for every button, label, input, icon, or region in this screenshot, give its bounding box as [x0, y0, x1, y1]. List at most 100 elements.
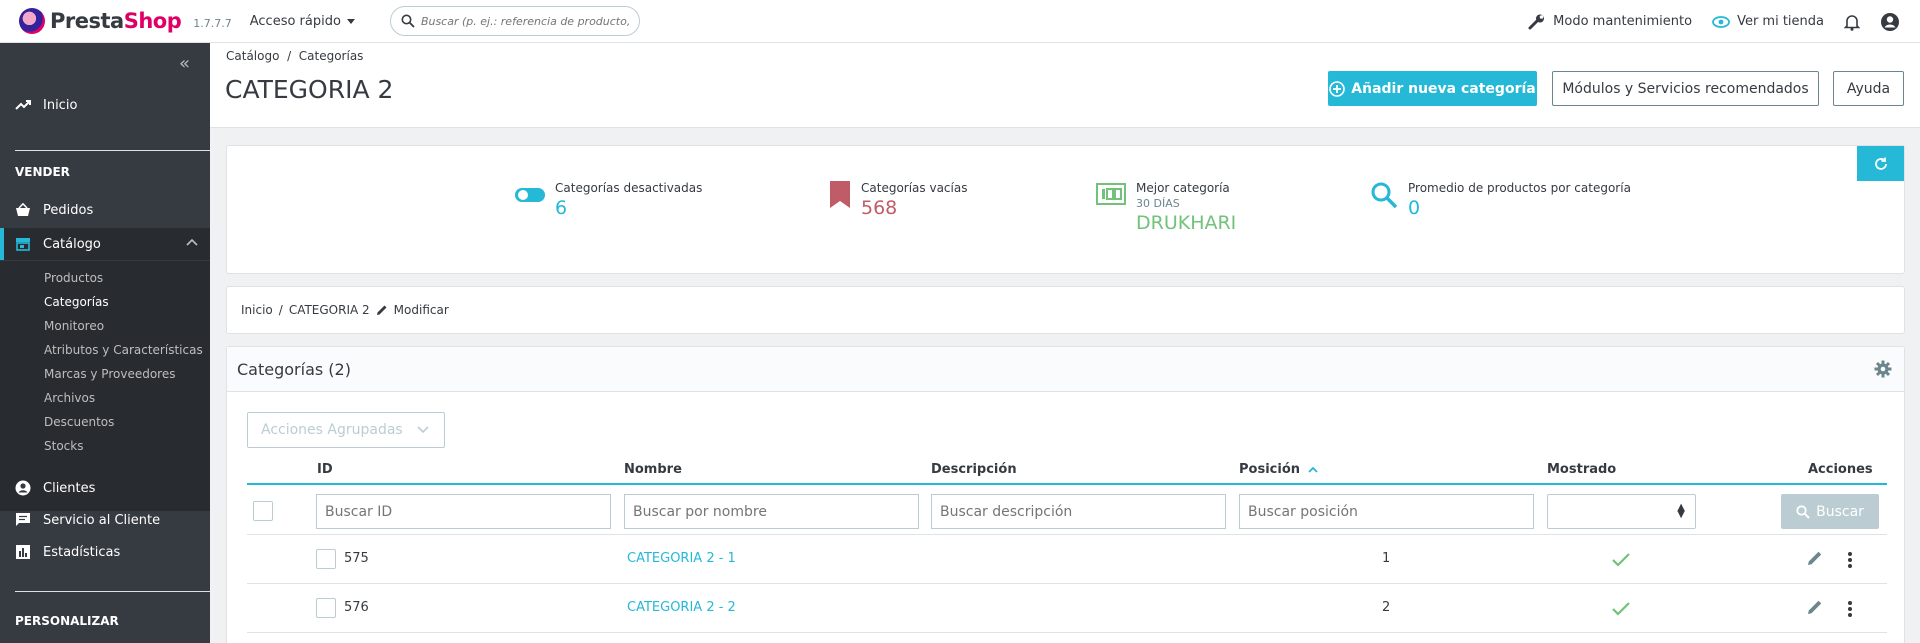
- employee-account-button[interactable]: [1880, 12, 1900, 32]
- row-position: 2: [1382, 600, 1391, 615]
- puffin-logo-icon: [19, 8, 45, 34]
- recommended-modules-button[interactable]: Módulos y Servicios recomendados: [1552, 71, 1819, 106]
- basket-icon: [16, 203, 30, 216]
- sidebar-item-customer-service[interactable]: Servicio al Cliente: [0, 504, 210, 536]
- more-vertical-icon[interactable]: [1847, 600, 1853, 618]
- row-position: 1: [1382, 551, 1391, 566]
- help-button[interactable]: Ayuda: [1833, 71, 1904, 106]
- column-position[interactable]: Posición: [1239, 462, 1318, 477]
- divider: [15, 150, 210, 151]
- column-id[interactable]: ID: [317, 462, 333, 477]
- sidebar-item-orders[interactable]: Pedidos: [0, 194, 210, 226]
- submenu-attributes[interactable]: Atributos y Características: [44, 343, 203, 357]
- row-name-link[interactable]: CATEGORIA 2 - 1: [627, 551, 736, 566]
- chevron-down-icon: [417, 426, 429, 434]
- search-input[interactable]: [420, 14, 631, 28]
- double-chevron-left-icon: «: [178, 53, 190, 74]
- breadcrumb-categories[interactable]: Categorías: [299, 49, 364, 63]
- category-breadcrumb: Inicio / CATEGORIA 2 Modificar: [226, 286, 1905, 334]
- submenu-brands[interactable]: Marcas y Proveedores: [44, 367, 175, 381]
- breadcrumb: Catálogo / Categorías: [226, 49, 363, 63]
- search-icon: [1796, 504, 1810, 519]
- breadcrumb-edit[interactable]: Modificar: [394, 303, 449, 317]
- column-name[interactable]: Nombre: [624, 462, 682, 477]
- search-button-label: Buscar: [1816, 503, 1864, 520]
- row-checkbox[interactable]: [316, 549, 336, 569]
- edit-pencil-icon[interactable]: [1807, 550, 1823, 566]
- sidebar-item-stats[interactable]: Estadísticas: [0, 536, 210, 568]
- sidebar: « Inicio VENDER Pedidos Catálogo Product…: [0, 43, 210, 643]
- user-circle-icon: [1881, 12, 1899, 31]
- filter-row: ▲▼ Buscar: [247, 485, 1887, 535]
- kpi-title: Categorías vacías: [861, 181, 968, 195]
- bar-chart-icon: [16, 545, 30, 559]
- row-id: 575: [344, 551, 369, 566]
- search-filter-button[interactable]: Buscar: [1781, 494, 1879, 529]
- store-icon: [16, 238, 30, 251]
- submenu-stocks[interactable]: Stocks: [44, 439, 83, 453]
- sort-ascending-icon[interactable]: [1308, 466, 1318, 473]
- quick-access-dropdown[interactable]: Acceso rápido: [250, 14, 355, 29]
- submenu-monitoring[interactable]: Monitoreo: [44, 319, 104, 333]
- view-store-link[interactable]: Ver mi tienda: [1712, 14, 1824, 29]
- kpi-title: Categorías desactivadas: [555, 181, 703, 195]
- filter-id-input[interactable]: [316, 494, 611, 529]
- submenu-products[interactable]: Productos: [44, 271, 103, 285]
- bulk-actions-dropdown[interactable]: Acciones Agrupadas: [247, 412, 445, 448]
- notifications-button[interactable]: [1844, 13, 1860, 31]
- breadcrumb-home[interactable]: Inicio: [241, 303, 273, 317]
- sidebar-item-customers[interactable]: Clientes: [0, 472, 210, 504]
- bell-icon: [1844, 14, 1860, 31]
- check-icon[interactable]: [1611, 552, 1631, 568]
- refresh-kpi-button[interactable]: [1857, 146, 1904, 181]
- account-circle-icon: [15, 480, 31, 496]
- card-title: Categorías (2): [237, 359, 351, 379]
- breadcrumb-current[interactable]: CATEGORIA 2: [289, 303, 370, 317]
- check-icon[interactable]: [1611, 601, 1631, 617]
- column-position-label: Posición: [1239, 462, 1301, 477]
- add-category-button[interactable]: Añadir nueva categoría: [1328, 71, 1537, 106]
- prestashop-logo[interactable]: PrestaShop: [19, 8, 182, 34]
- kpi-average-products: Promedio de productos por categoría 0: [1370, 181, 1631, 219]
- kpi-title: Promedio de productos por categoría: [1408, 181, 1631, 195]
- row-checkbox[interactable]: [316, 598, 336, 618]
- maintenance-mode-link[interactable]: Modo mantenimiento: [1528, 13, 1692, 31]
- submenu-discounts[interactable]: Descuentos: [44, 415, 114, 429]
- search-box[interactable]: [389, 6, 640, 36]
- categories-card: Categorías (2) Acciones Agrupadas ID Nom…: [226, 346, 1905, 643]
- card-header: Categorías (2): [227, 347, 1904, 392]
- filter-displayed-select[interactable]: ▲ ▼: [1547, 494, 1696, 529]
- wrench-icon: [1528, 14, 1545, 29]
- filter-position-input[interactable]: [1239, 494, 1534, 529]
- filter-description-input[interactable]: [931, 494, 1226, 529]
- search-icon: [401, 14, 415, 28]
- kpi-empty-categories: Categorías vacías 568: [829, 181, 967, 219]
- filter-name-input[interactable]: [624, 494, 919, 529]
- add-category-label: Añadir nueva categoría: [1351, 80, 1536, 97]
- collapse-sidebar-button[interactable]: «: [179, 53, 190, 74]
- submenu-categories[interactable]: Categorías: [44, 295, 109, 309]
- column-description[interactable]: Descripción: [931, 462, 1017, 477]
- chevron-up-icon: [186, 238, 198, 246]
- page-title: CATEGORIA 2: [225, 75, 394, 104]
- sidebar-item-label: Clientes: [43, 480, 96, 496]
- edit-pencil-icon[interactable]: [1807, 599, 1823, 615]
- pencil-icon[interactable]: [376, 304, 388, 316]
- kpi-value: 0: [1408, 197, 1421, 219]
- submenu-files[interactable]: Archivos: [44, 391, 95, 405]
- search-icon: [1371, 182, 1398, 209]
- breadcrumb-separator: /: [278, 303, 283, 317]
- sidebar-item-catalog[interactable]: Catálogo: [0, 228, 210, 260]
- version-label: 1.7.7.7: [193, 17, 232, 30]
- gear-icon[interactable]: [1874, 360, 1892, 378]
- kpi-disabled-categories: Categorías desactivadas 6: [515, 181, 702, 219]
- select-all-checkbox[interactable]: [253, 501, 273, 521]
- breadcrumb-catalog[interactable]: Catálogo: [226, 49, 279, 63]
- sidebar-item-home[interactable]: Inicio: [0, 89, 210, 121]
- row-name-link[interactable]: CATEGORIA 2 - 2: [627, 600, 736, 615]
- maintenance-label: Modo mantenimiento: [1553, 14, 1693, 29]
- more-vertical-icon[interactable]: [1847, 551, 1853, 569]
- column-displayed[interactable]: Mostrado: [1547, 462, 1616, 477]
- top-header: PrestaShop 1.7.7.7 Acceso rápido Modo ma…: [0, 0, 1920, 43]
- categories-table: ID Nombre Descripción Posición Mostrado …: [247, 455, 1887, 633]
